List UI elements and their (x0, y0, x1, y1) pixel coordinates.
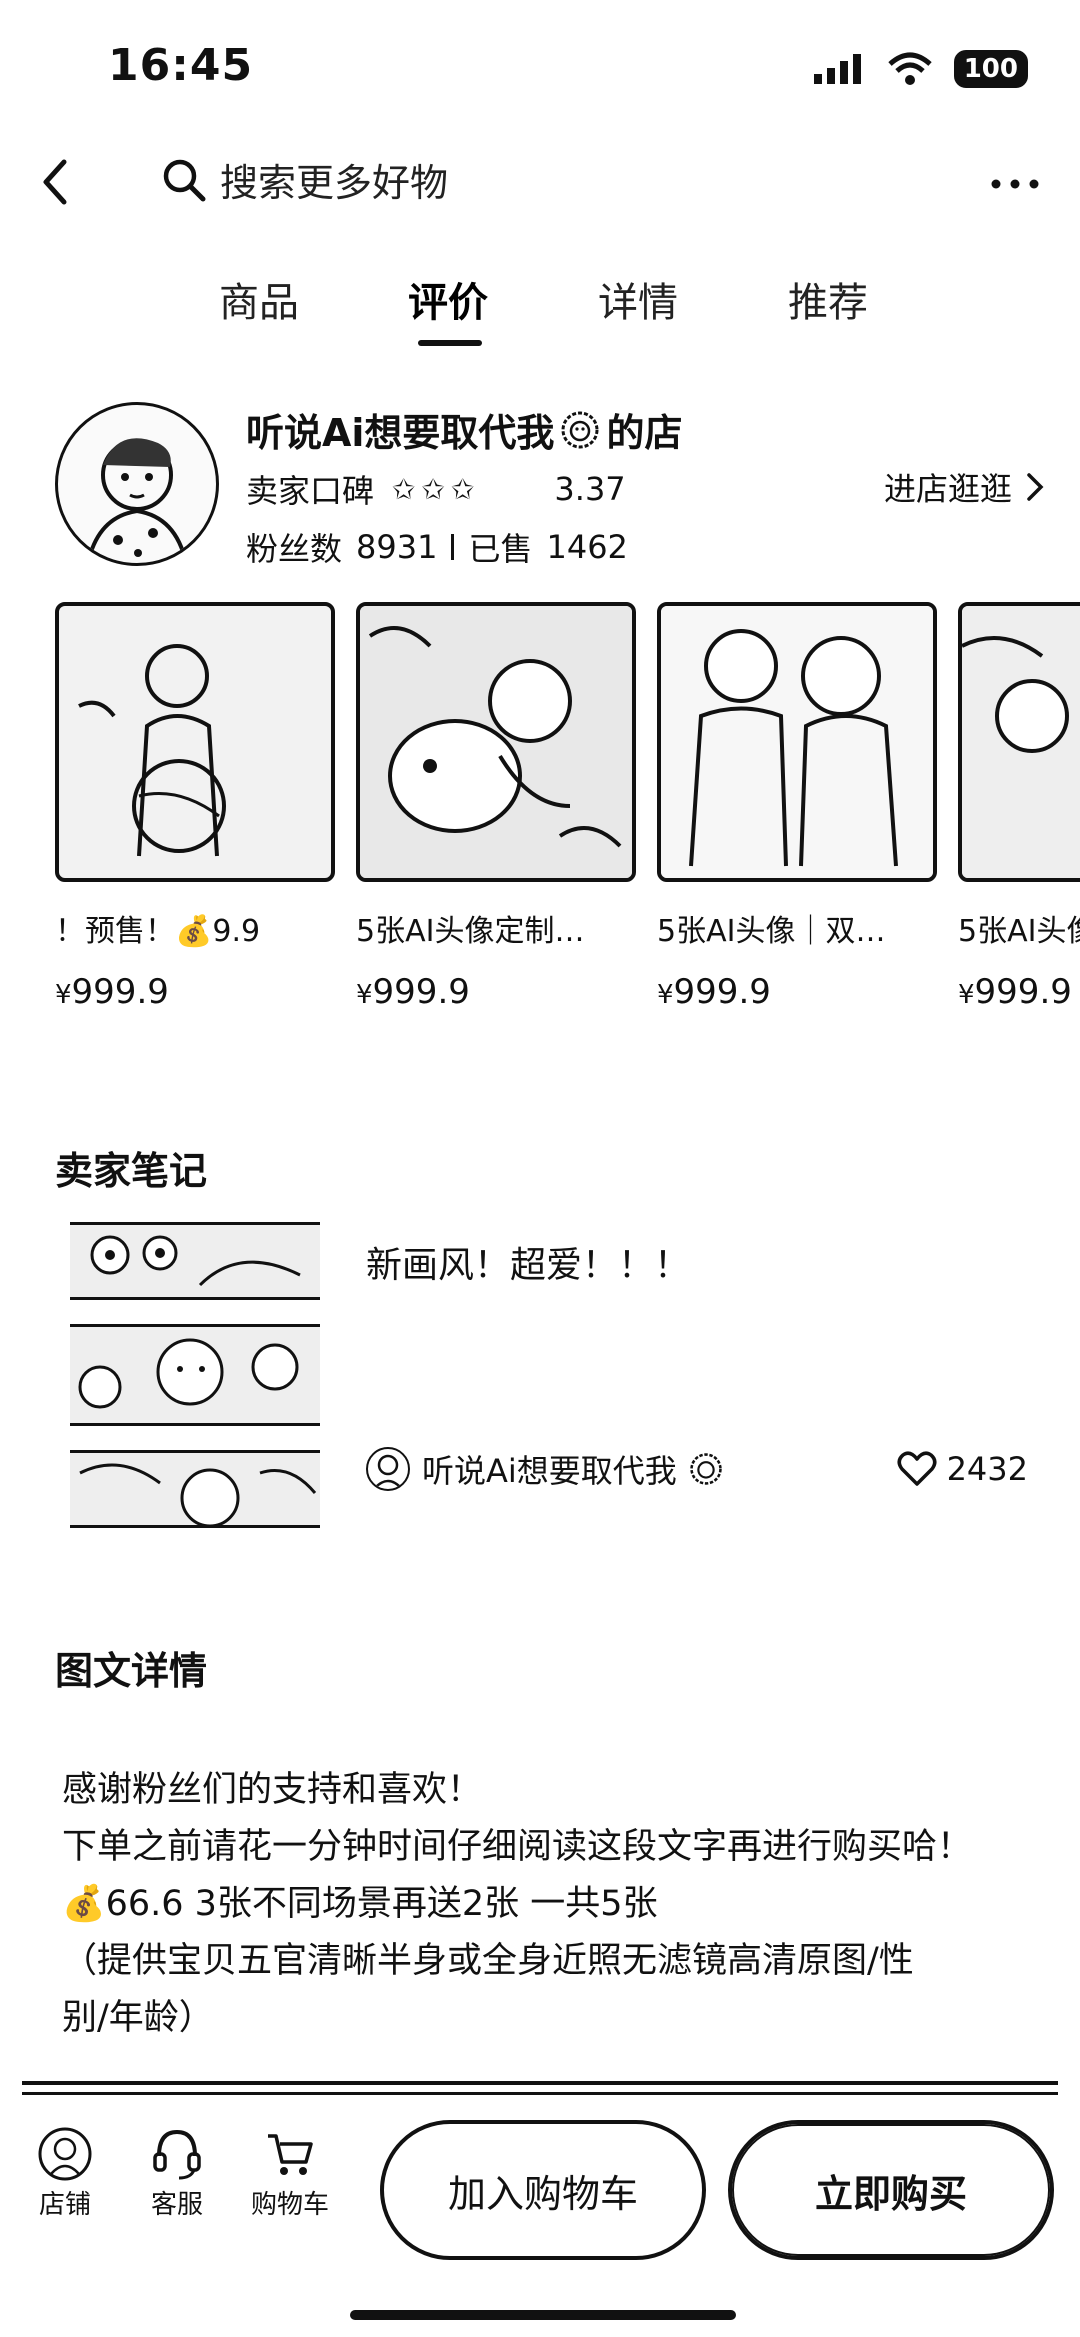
add-to-cart-button[interactable]: 加入购物车 (380, 2120, 706, 2260)
cart-button-label: 购物车 (250, 2190, 329, 2220)
product-price: ¥999.9 (356, 972, 470, 1012)
status-time: 16:45 (108, 40, 254, 91)
note-text[interactable]: 新画风！超爱！！！ (366, 1236, 690, 1288)
lion-emoji-icon (689, 1452, 723, 1486)
more-icon (991, 179, 1039, 189)
product-price: ¥999.9 (657, 972, 771, 1012)
like-count: 2432 (946, 1450, 1028, 1488)
more-options-button[interactable] (990, 178, 1040, 190)
note-image[interactable] (70, 1222, 320, 1300)
cart-icon (240, 2124, 340, 2184)
product-title: 5张AI头像 (958, 914, 1080, 949)
details-line: 别/年龄） (62, 1998, 214, 2038)
details-line: 下单之前请花一分钟时间仔细阅读这段文字再进行购买哈！ (62, 1827, 973, 1867)
note-author[interactable]: 听说Ai想要取代我 (366, 1446, 723, 1492)
tab-bar: 商品 评价 详情 推荐 (0, 270, 1080, 350)
product-image[interactable] (55, 602, 335, 882)
details-body: 感谢粉丝们的支持和喜欢！ 下单之前请花一分钟时间仔细阅读这段文字再进行购买哈！ … (62, 1762, 1022, 2047)
wifi-icon (888, 52, 932, 86)
product-carousel[interactable]: ！预售！💰9.9 ¥999.9 5张AI头像定制… ¥999.9 5张AI头像｜… (55, 602, 1080, 1022)
fans-label: 粉丝数 (246, 530, 343, 568)
product-image[interactable] (958, 602, 1080, 882)
product-price: ¥999.9 (958, 972, 1072, 1012)
stats-divider (451, 534, 455, 560)
tab-details[interactable]: 详情 (598, 270, 678, 328)
cart-button[interactable]: 购物车 (240, 2124, 340, 2221)
details-line: 💰66.6 3张不同场景再送2张 一共5张 (62, 1884, 658, 1924)
product-title: ！预售！💰9.9 (55, 914, 261, 949)
rating-label: 卖家口碑 (246, 472, 375, 510)
rating-stars: ✩✩✩ (392, 472, 481, 506)
product-image[interactable] (657, 602, 937, 882)
tab-reviews[interactable]: 评价 (408, 270, 488, 328)
bottom-action-bar: 店铺 客服 购物车 加入购物车 立即购买 (0, 2110, 1080, 2260)
product-title: 5张AI头像｜双… (657, 914, 886, 949)
fans-value: 8931 (356, 528, 438, 566)
store-button-label: 店铺 (38, 2190, 91, 2220)
tab-products[interactable]: 商品 (219, 270, 299, 328)
product-card[interactable]: 5张AI头像定制… ¥999.9 (356, 602, 636, 1012)
visit-store-label: 进店逛逛 (883, 470, 1012, 508)
rating-value: 3.37 (554, 470, 626, 508)
search-icon (163, 159, 206, 201)
product-card[interactable]: 5张AI头像 ¥999.9 (958, 602, 1080, 1012)
store-rating: 卖家口碑 ✩✩✩ 3.37 (246, 466, 626, 512)
product-title: 5张AI头像定制… (356, 914, 585, 949)
sold-value: 1462 (546, 528, 628, 566)
store-stats: 粉丝数 8931 已售 1462 (246, 524, 628, 570)
details-line: 感谢粉丝们的支持和喜欢！ (62, 1770, 483, 1810)
store-avatar-icon (20, 2124, 110, 2184)
back-button[interactable] (40, 158, 70, 206)
product-price: ¥999.9 (55, 972, 169, 1012)
sold-label: 已售 (468, 530, 533, 568)
store-name-suffix: 的店 (606, 411, 683, 455)
lion-emoji-icon (560, 410, 600, 450)
author-name: 听说Ai想要取代我 (422, 1452, 677, 1490)
store-name-text: 听说Ai想要取代我 (246, 411, 555, 455)
home-indicator[interactable] (350, 2310, 736, 2320)
bottom-divider (22, 2081, 1058, 2095)
author-avatar (366, 1447, 410, 1491)
customer-service-label: 客服 (150, 2190, 203, 2220)
search-input[interactable]: 搜索更多好物 (220, 152, 448, 207)
tab-recommend[interactable]: 推荐 (788, 270, 868, 328)
product-card[interactable]: 5张AI头像｜双… ¥999.9 (657, 602, 937, 1012)
signal-icon (813, 52, 866, 86)
battery-indicator: 100 (953, 50, 1028, 88)
seller-notes-title: 卖家笔记 (55, 1149, 208, 1193)
details-line: （提供宝贝五官清晰半身或全身近照无滤镜高清原图/性 (62, 1941, 914, 1981)
store-button[interactable]: 店铺 (20, 2124, 110, 2221)
product-image[interactable] (356, 602, 636, 882)
buy-now-button[interactable]: 立即购买 (728, 2120, 1054, 2260)
product-card[interactable]: ！预售！💰9.9 ¥999.9 (55, 602, 335, 1012)
active-tab-indicator (418, 340, 482, 346)
note-image[interactable] (70, 1324, 320, 1426)
search-bar[interactable]: 搜索更多好物 (162, 152, 448, 207)
heart-icon (897, 1451, 937, 1486)
status-icons: 100 (813, 50, 1028, 88)
store-avatar[interactable] (55, 402, 219, 566)
like-button[interactable]: 2432 (897, 1450, 1028, 1488)
customer-service-button[interactable]: 客服 (132, 2124, 222, 2221)
store-name[interactable]: 听说Ai想要取代我 的店 (246, 402, 682, 457)
note-image-stack[interactable] (70, 1222, 320, 1552)
headset-icon (132, 2124, 222, 2184)
chevron-right-icon (1027, 473, 1044, 501)
chevron-left-icon (43, 159, 67, 205)
note-image[interactable] (70, 1450, 320, 1528)
details-title: 图文详情 (55, 1649, 208, 1693)
visit-store-link[interactable]: 进店逛逛 (884, 464, 1044, 510)
